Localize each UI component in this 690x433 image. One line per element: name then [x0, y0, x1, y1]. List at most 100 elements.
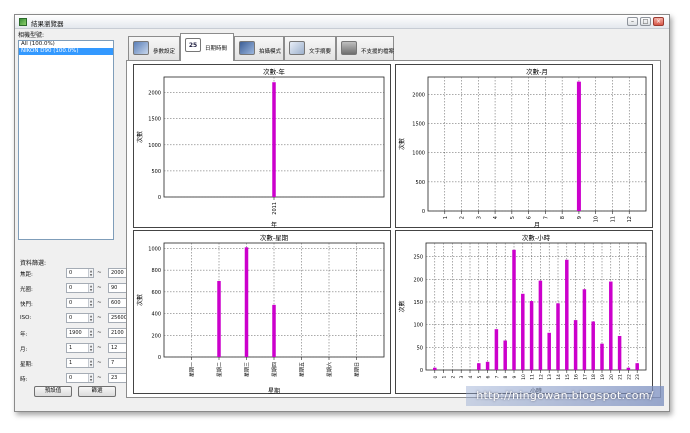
- x-tick-label: 2011: [272, 202, 278, 215]
- filter-min-spinbox[interactable]: 1 ▲ ▼: [66, 343, 94, 353]
- chart-month-svg: 次數-月05001000150020001 2 3 4 5 6 7 8 9 10 11 12月次數: [398, 67, 647, 229]
- y-tick-label: 1500: [148, 117, 161, 123]
- filter-min-spinbox[interactable]: 0 ▲ ▼: [66, 268, 94, 278]
- spin-arrows-icon[interactable]: ▲▼: [88, 314, 93, 322]
- filter-label: 月:: [20, 347, 28, 353]
- close-button[interactable]: ×: [653, 17, 664, 26]
- x-tick-label: 12: [627, 216, 633, 222]
- x-tick-label: 3: [476, 216, 482, 219]
- filter-max-value: 600: [111, 300, 121, 306]
- x-tick-label: 23: [635, 374, 641, 380]
- bar: [582, 289, 587, 370]
- bar: [591, 321, 595, 370]
- bar: [538, 280, 543, 370]
- tab-params[interactable]: 參數設定: [128, 36, 180, 60]
- tab-unsupported-files[interactable]: 不支援的檔案: [336, 36, 394, 60]
- camera-model-list[interactable]: All (100.0%) NIKON D90 (100.0%): [18, 40, 114, 240]
- x-tick-label: 19: [600, 374, 606, 380]
- x-axis-label: 月: [534, 222, 540, 229]
- filter-row: 月: 1 ▲▼~12 ▲▼: [20, 343, 134, 355]
- filter-min-spinbox[interactable]: 0 ▲ ▼: [66, 298, 94, 308]
- tab-datetime[interactable]: 25 日期時間: [180, 33, 234, 61]
- x-tick-label: 1: [443, 216, 449, 219]
- x-tick-label: 12: [538, 374, 544, 380]
- spin-arrows-icon[interactable]: ▲▼: [88, 284, 93, 292]
- filter-max-value: 23: [111, 375, 118, 381]
- filter-label: 星期:: [20, 362, 33, 368]
- y-tick-label: 150: [413, 300, 423, 306]
- range-tilde: ~: [97, 330, 102, 336]
- tab-shooting-mode[interactable]: 拍攝模式: [234, 36, 284, 60]
- filter-row: ISO: 0 ▲▼~25600 ▲▼: [20, 313, 134, 325]
- maximize-button[interactable]: □: [640, 17, 651, 26]
- x-tick-label: 5: [510, 216, 516, 219]
- spin-arrows-icon[interactable]: ▲▼: [88, 329, 93, 337]
- app-icon: [19, 18, 27, 26]
- y-tick-label: 100: [413, 323, 423, 329]
- filter-min-spinbox[interactable]: 0 ▲ ▼: [66, 283, 94, 293]
- chart-hour-svg: 次數-小時0501001502002500 1 2 3 4 5 6 7 8 9 10 11 12 13 14…: [398, 233, 647, 395]
- x-tick-label: 8: [503, 375, 509, 378]
- spin-arrows-icon[interactable]: ▲▼: [88, 359, 93, 367]
- y-tick-label: 0: [158, 195, 161, 201]
- y-tick-label: 1000: [148, 143, 161, 149]
- filter-max-value: 2000: [111, 270, 124, 276]
- filter-label: 焦距:: [20, 272, 33, 278]
- filter-max-value: 7: [111, 360, 115, 366]
- x-tick-label: 5: [477, 375, 483, 378]
- x-tick-label: 2: [460, 216, 466, 219]
- filter-row: 年: 1900 ▲▼~2100 ▲▼: [20, 328, 134, 340]
- spin-arrows-icon[interactable]: ▲▼: [88, 344, 93, 352]
- y-tick-label: 800: [151, 268, 161, 274]
- filter-min-spinbox[interactable]: 1900 ▲ ▼: [66, 328, 94, 338]
- camera-mode-icon: [239, 41, 255, 55]
- filter-min-value: 0: [69, 300, 73, 306]
- filter-min-value: 1900: [69, 330, 82, 336]
- range-tilde: ~: [97, 345, 102, 351]
- bar: [609, 281, 613, 370]
- filter-min-spinbox[interactable]: 0 ▲ ▼: [66, 373, 94, 383]
- x-tick-label: 20: [609, 374, 615, 380]
- y-tick-label: 250: [413, 255, 423, 261]
- list-item[interactable]: All (100.0%): [19, 41, 113, 48]
- filter-min-spinbox[interactable]: 1 ▲ ▼: [66, 358, 94, 368]
- title-bar[interactable]: 結果瀏覽器 – □ ×: [15, 15, 669, 29]
- default-button[interactable]: 預設值: [34, 386, 72, 397]
- tab-text-summary[interactable]: 文字摘要: [284, 36, 336, 60]
- minimize-button[interactable]: –: [627, 17, 638, 26]
- x-tick-label: 14: [556, 374, 562, 380]
- x-tick-label: 4: [468, 375, 474, 378]
- plot-area: [425, 242, 647, 371]
- y-axis-label: 次數: [398, 300, 406, 312]
- spin-arrows-icon[interactable]: ▲▼: [88, 269, 93, 277]
- y-tick-label: 1000: [412, 151, 425, 157]
- x-tick-label: 9: [577, 216, 583, 219]
- spin-arrows-icon[interactable]: ▲▼: [88, 299, 93, 307]
- y-axis-label: 次數: [136, 294, 144, 306]
- window-title: 結果瀏覽器: [31, 20, 64, 28]
- y-tick-label: 500: [415, 180, 425, 186]
- bar: [503, 340, 507, 370]
- text-summary-icon: [289, 41, 305, 55]
- trash-icon: [341, 41, 357, 55]
- x-tick-label: 11: [530, 374, 536, 380]
- calendar-icon: 25: [185, 38, 201, 52]
- x-tick-label: 18: [591, 374, 597, 380]
- filter-min-spinbox[interactable]: 0 ▲ ▼: [66, 313, 94, 323]
- list-item[interactable]: NIKON D90 (100.0%): [19, 48, 113, 55]
- plot-area: [427, 76, 647, 212]
- x-tick-label: 16: [574, 374, 580, 380]
- y-axis-label: 次數: [398, 138, 406, 150]
- x-tick-label: 4: [493, 216, 499, 219]
- spin-arrows-icon[interactable]: ▲▼: [88, 374, 93, 382]
- y-tick-label: 50: [417, 345, 423, 351]
- filter-max-value: 12: [111, 345, 118, 351]
- x-tick-label: 9: [512, 375, 518, 378]
- filter-min-value: 0: [69, 270, 73, 276]
- filter-row: 星期: 1 ▲▼~7 ▲▼: [20, 358, 134, 370]
- filter-button[interactable]: 篩選: [78, 386, 116, 397]
- y-tick-label: 600: [151, 290, 161, 296]
- chart-title: 次數-月: [526, 67, 548, 76]
- x-tick-label: 0: [433, 375, 439, 378]
- watermark: http://ningowan.blogspot.com/: [466, 386, 664, 406]
